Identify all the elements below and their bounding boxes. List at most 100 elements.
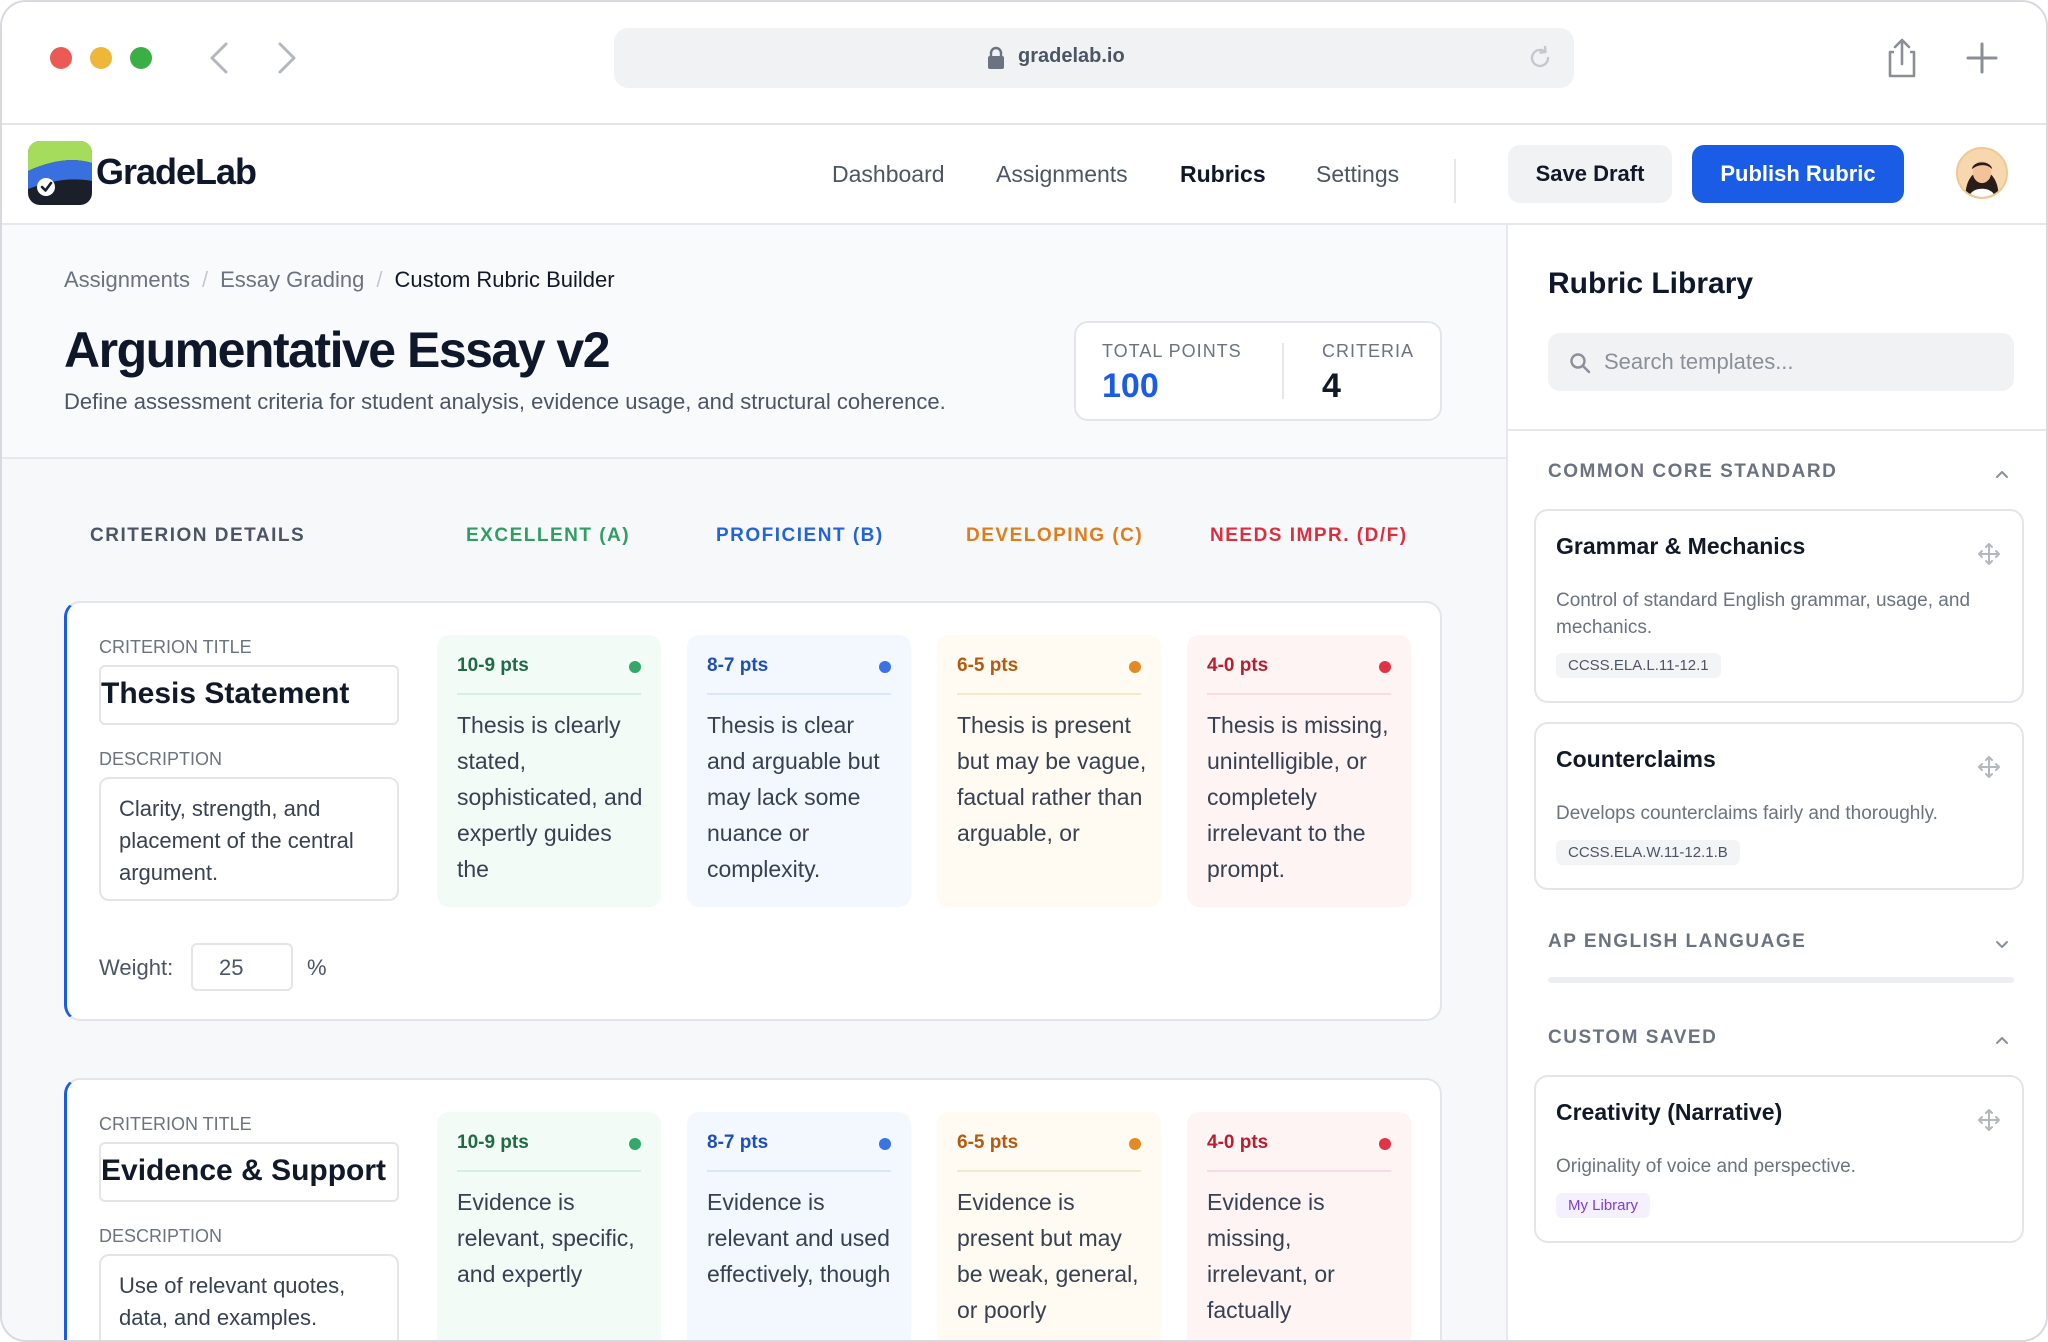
level-divider: [957, 693, 1141, 695]
close-window-button[interactable]: [50, 47, 72, 69]
level-description[interactable]: Evidence is relevant and used effectivel…: [707, 1184, 897, 1292]
template-description: Originality of voice and perspective.: [1556, 1156, 1856, 1177]
level-points: 6-5 pts: [957, 1132, 1019, 1153]
section-custom-saved[interactable]: CUSTOM SAVED: [1548, 1027, 1717, 1049]
total-points-value: 100: [1102, 367, 1159, 405]
user-avatar[interactable]: [1956, 147, 2008, 199]
section-ap-english[interactable]: AP ENGLISH LANGUAGE: [1548, 931, 1806, 953]
criterion-description-input[interactable]: Use of relevant quotes, data, and exampl…: [99, 1254, 399, 1340]
chevron-up-icon[interactable]: [1994, 467, 2010, 479]
level-divider: [707, 1170, 891, 1172]
level-excellent[interactable]: 10-9 pts Evidence is relevant, specific,…: [437, 1112, 661, 1340]
publish-rubric-button[interactable]: Publish Rubric: [1692, 145, 1904, 203]
nav-dashboard[interactable]: Dashboard: [832, 161, 945, 188]
stats-divider: [1282, 343, 1284, 399]
level-divider: [457, 693, 641, 695]
criterion-card-evidence[interactable]: CRITERION TITLE Evidence & Support DESCR…: [64, 1078, 1442, 1340]
section-common-core[interactable]: COMMON CORE STANDARD: [1548, 461, 1837, 483]
reload-icon[interactable]: [1526, 44, 1554, 72]
level-indicator-dot: [1129, 1138, 1141, 1150]
search-icon: [1568, 351, 1592, 375]
level-indicator-dot: [1379, 1138, 1391, 1150]
maximize-window-button[interactable]: [130, 47, 152, 69]
weight-unit: %: [307, 955, 327, 980]
level-proficient[interactable]: 8-7 pts Thesis is clear and arguable but…: [687, 635, 911, 907]
drag-handle-icon[interactable]: [1976, 541, 2002, 567]
minimize-window-button[interactable]: [90, 47, 112, 69]
sidebar-title: Rubric Library: [1548, 267, 1754, 300]
breadcrumb: Assignments / Essay Grading / Custom Rubric …: [64, 267, 615, 293]
criterion-title-input[interactable]: Evidence & Support: [99, 1142, 399, 1202]
template-name: Counterclaims: [1556, 746, 1716, 772]
library-tag: My Library: [1556, 1193, 1651, 1218]
level-divider: [1207, 693, 1391, 695]
nav-rubrics[interactable]: Rubrics: [1180, 161, 1266, 188]
forward-arrow-icon[interactable]: [268, 38, 304, 78]
breadcrumb-essay-grading[interactable]: Essay Grading: [220, 267, 364, 292]
weight-label: Weight:: [99, 955, 174, 980]
level-developing[interactable]: 6-5 pts Evidence is present but may be w…: [937, 1112, 1161, 1340]
level-indicator-dot: [629, 1138, 641, 1150]
level-description[interactable]: Evidence is relevant, specific, and expe…: [457, 1184, 647, 1292]
page-title: Argumentative Essay v2: [64, 322, 611, 378]
level-description[interactable]: Evidence is missing, irrelevant, or fact…: [1207, 1184, 1397, 1328]
lock-icon: [986, 46, 1006, 70]
save-draft-button[interactable]: Save Draft: [1508, 145, 1672, 203]
level-excellent[interactable]: 10-9 pts Thesis is clearly stated, sophi…: [437, 635, 661, 907]
chevron-up-icon[interactable]: [1994, 1033, 2010, 1045]
criterion-card-thesis[interactable]: CRITERION TITLE Thesis Statement DESCRIP…: [64, 601, 1442, 1021]
rubric-library-sidebar: Rubric Library Search templates... COMMO…: [1506, 225, 2046, 1340]
template-description: Control of standard English grammar, usa…: [1556, 590, 1971, 638]
gradelab-logo-icon[interactable]: [28, 141, 92, 205]
criterion-title-label: CRITERION TITLE: [99, 637, 252, 657]
template-card-creativity[interactable]: Creativity (Narrative) Originality of vo…: [1534, 1075, 2024, 1243]
criterion-title-input[interactable]: Thesis Statement: [99, 665, 399, 725]
template-name: Creativity (Narrative): [1556, 1099, 1783, 1125]
search-placeholder: Search templates...: [1604, 349, 1794, 374]
browser-toolbar: gradelab.io: [2, 2, 2046, 125]
level-points: 4-0 pts: [1207, 1132, 1269, 1153]
address-bar[interactable]: gradelab.io: [614, 28, 1574, 88]
level-description[interactable]: Evidence is present but may be weak, gen…: [957, 1184, 1147, 1328]
chevron-down-icon[interactable]: [1994, 937, 2010, 949]
level-points: 8-7 pts: [707, 655, 769, 676]
breadcrumb-current: Custom Rubric Builder: [394, 267, 615, 292]
level-description[interactable]: Thesis is present but may be vague, fact…: [957, 707, 1147, 851]
breadcrumb-assignments[interactable]: Assignments: [64, 267, 190, 292]
level-needs-improvement[interactable]: 4-0 pts Thesis is missing, unintelligibl…: [1187, 635, 1411, 907]
level-description[interactable]: Thesis is clearly stated, sophisticated,…: [457, 707, 647, 887]
column-developing: DEVELOPING (C): [966, 525, 1144, 546]
nav-settings[interactable]: Settings: [1316, 161, 1399, 188]
level-proficient[interactable]: 8-7 pts Evidence is relevant and used ef…: [687, 1112, 911, 1340]
level-points: 10-9 pts: [457, 655, 529, 676]
app-header: GradeLab Dashboard Assignments Rubrics S…: [2, 125, 2046, 225]
level-divider: [1207, 1170, 1391, 1172]
template-card-grammar[interactable]: Grammar & Mechanics Control of standard …: [1534, 509, 2024, 703]
search-templates-input[interactable]: Search templates...: [1548, 333, 2014, 391]
sidebar-divider: [1508, 429, 2046, 431]
column-proficient: PROFICIENT (B): [716, 525, 884, 546]
criterion-description-input[interactable]: Clarity, strength, and placement of the …: [99, 777, 399, 901]
template-name: Grammar & Mechanics: [1556, 533, 1806, 559]
header-divider: [1454, 159, 1456, 203]
weight-input[interactable]: 25: [191, 943, 293, 991]
level-needs-improvement[interactable]: 4-0 pts Evidence is missing, irrelevant,…: [1187, 1112, 1411, 1340]
share-icon[interactable]: [1882, 36, 1922, 80]
template-card-counterclaims[interactable]: Counterclaims Develops counterclaims fai…: [1534, 722, 2024, 890]
drag-handle-icon[interactable]: [1976, 754, 2002, 780]
main-content: Assignments / Essay Grading / Custom Rubric …: [2, 225, 1506, 1340]
level-developing[interactable]: 6-5 pts Thesis is present but may be vag…: [937, 635, 1161, 907]
level-description[interactable]: Thesis is missing, unintelligible, or co…: [1207, 707, 1397, 887]
level-indicator-dot: [879, 661, 891, 673]
level-divider: [707, 693, 891, 695]
level-description[interactable]: Thesis is clear and arguable but may lac…: [707, 707, 897, 887]
new-tab-icon[interactable]: [1962, 36, 2002, 80]
back-arrow-icon[interactable]: [202, 38, 238, 78]
nav-assignments[interactable]: Assignments: [996, 161, 1128, 188]
url-text: gradelab.io: [1018, 45, 1125, 67]
standard-tag: CCSS.ELA.W.11-12.1.B: [1556, 840, 1740, 865]
drag-handle-icon[interactable]: [1976, 1107, 2002, 1133]
total-points-label: TOTAL POINTS: [1102, 341, 1242, 361]
level-indicator-dot: [879, 1138, 891, 1150]
level-points: 8-7 pts: [707, 1132, 769, 1153]
